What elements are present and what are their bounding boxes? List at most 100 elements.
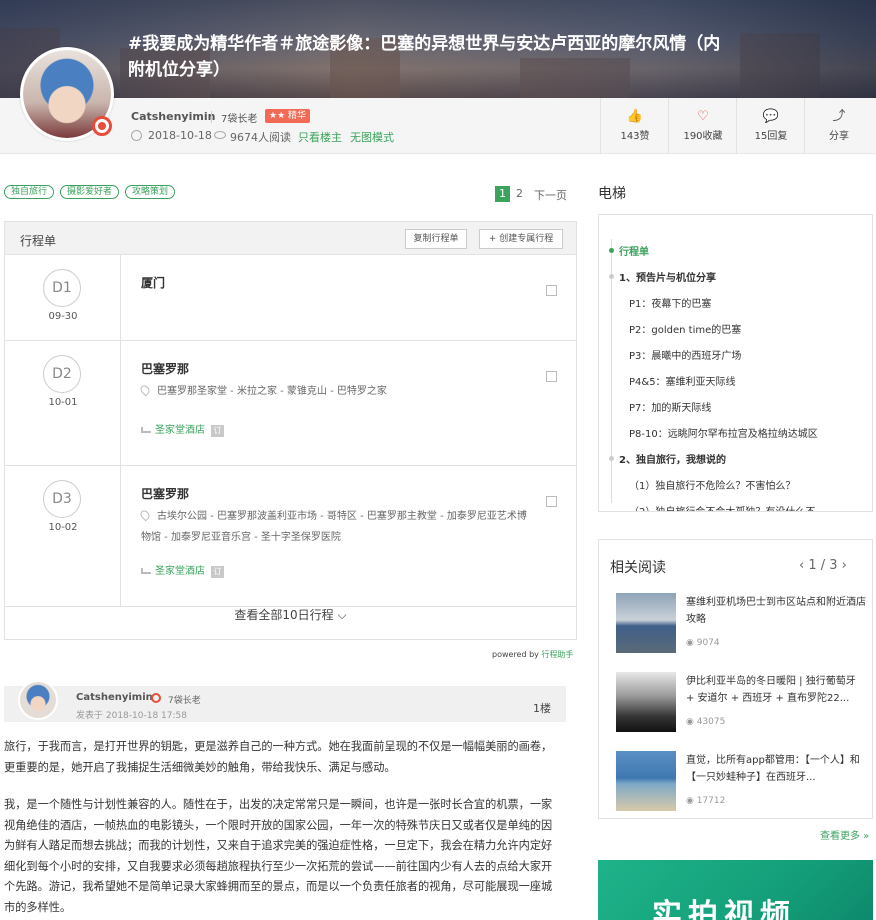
itinerary-day[interactable]: D1 09-30 厦门 [5, 255, 576, 341]
next-page-link[interactable]: 下一页 [534, 187, 567, 203]
itinerary-day[interactable]: D3 10-02 巴塞罗那 古埃尔公园 - 巴塞罗那波盖利亚市场 - 哥特区 - … [5, 466, 576, 607]
page-1[interactable]: 1 [495, 186, 510, 202]
divider [211, 111, 212, 123]
toc-item[interactable]: P1：夜幕下的巴塞 [629, 295, 711, 310]
related-thumbnail[interactable] [616, 672, 676, 732]
floor-author-avatar[interactable] [18, 680, 58, 720]
favorite-count: 190收藏 [683, 131, 723, 142]
share-button[interactable]: ⤴ 分享 [804, 98, 872, 154]
author-name[interactable]: Catshenyimin [131, 110, 215, 123]
toc-item[interactable]: （2）独自旅行会不会太孤独？有没什么不... [629, 503, 825, 511]
view-all-days-link[interactable]: 查看全部10日行程 ⌵ [5, 606, 576, 623]
toc-item[interactable]: P4&5：塞维利亚天际线 [629, 373, 736, 388]
itinerary-header: 行程单 复制行程单 + 创建专属行程 [5, 222, 576, 255]
toc-item[interactable]: （1）独自旅行不危险么？不害怕么？ [629, 477, 795, 492]
favorite-button[interactable]: ♡ 190收藏 [668, 98, 736, 154]
author-rank: 7袋长老 [221, 114, 258, 125]
bed-icon [141, 427, 151, 433]
related-item[interactable]: 塞维利亚机场巴士到市区站点和附近酒店攻略 ◉ 9074 [616, 593, 866, 655]
post-tags: 独自旅行 摄影爱好者 攻略策划 [4, 183, 181, 199]
tag-planning[interactable]: 攻略策划 [125, 185, 176, 199]
toc-panel: 行程单 1、预告片与机位分享 P1：夜幕下的巴塞 P2：golden time的巴塞 P… [598, 214, 873, 512]
view-count: 9674人阅读 [230, 131, 291, 144]
toc-item[interactable]: P7：加的斯天际线 [629, 399, 711, 414]
hotel-name[interactable]: 圣家堂酒店 [155, 566, 205, 577]
related-reading-panel: 相关阅读 ‹ 1 / 3 › 塞维利亚机场巴士到市区站点和附近酒店攻略 ◉ 90… [598, 539, 873, 819]
essence-badge: ★★ 精华 [265, 109, 310, 123]
page-title: #我要成为精华作者＃旅途影像：巴塞的异想世界与安达卢西亚的摩尔风情（内附机位分享… [128, 34, 721, 80]
toc-title: 电梯 [598, 186, 626, 202]
related-thumbnail[interactable] [616, 751, 676, 811]
related-thumbnail[interactable] [616, 593, 676, 653]
heart-icon: ♡ [697, 109, 709, 124]
related-title: 相关阅读 [610, 560, 666, 576]
toc-item[interactable]: 行程单 [619, 243, 649, 258]
map-icon[interactable] [546, 371, 557, 382]
view-count: 9074 [696, 638, 720, 648]
location-pin-icon [138, 508, 152, 522]
tag-solo-travel[interactable]: 独自旅行 [4, 185, 55, 199]
day-number: D2 [43, 355, 81, 393]
floor-post-date: 发表于 2018-10-18 17:58 [76, 711, 187, 721]
view-more-link[interactable]: 查看更多 » [820, 827, 869, 842]
create-itinerary-button[interactable]: + 创建专属行程 [479, 229, 563, 249]
day-date: 10-02 [48, 522, 78, 533]
related-item[interactable]: 直觉，比所有app都管用：【一个人】和【一只妙蛙种子】在西班牙... ◉ 177… [616, 751, 866, 813]
day-date: 09-30 [48, 311, 78, 322]
hotel-link[interactable]: 圣家堂酒店订 [141, 421, 224, 437]
floor-number: 1楼 [533, 702, 551, 715]
copy-itinerary-button[interactable]: 复制行程单 [405, 229, 467, 249]
toc-item[interactable]: P3：晨曦中的西班牙广场 [629, 347, 741, 362]
toc-bullet-icon [609, 248, 614, 253]
map-icon[interactable] [546, 496, 557, 507]
related-item-title[interactable]: 塞维利亚机场巴士到市区站点和附近酒店攻略 [686, 594, 866, 628]
itinerary-title: 行程单 [20, 234, 57, 248]
hotel-link[interactable]: 圣家堂酒店订 [141, 562, 224, 578]
toc-bullet-icon [609, 456, 614, 461]
author-badge-icon [92, 116, 112, 136]
floor-author-rank: 7袋长老 [168, 696, 201, 706]
day-city: 巴塞罗那 [141, 362, 190, 376]
no-image-link[interactable]: 无图模式 [350, 129, 394, 145]
floor-author-name[interactable]: Catshenyimin [76, 692, 153, 703]
related-item-title[interactable]: 伊比利亚半岛的冬日暖阳 | 独行葡萄牙 + 安道尔 + 西班牙 + 直布罗陀22… [686, 673, 866, 707]
tag-photography[interactable]: 摄影爱好者 [60, 185, 120, 199]
toc-bullet-icon [609, 274, 614, 279]
related-item[interactable]: 伊比利亚半岛的冬日暖阳 | 独行葡萄牙 + 安道尔 + 西班牙 + 直布罗陀22… [616, 672, 866, 734]
itinerary-helper-link[interactable]: 行程助手 [541, 650, 573, 659]
author-badge-icon [151, 693, 161, 703]
like-count: 143赞 [620, 131, 650, 142]
share-label: 分享 [829, 131, 849, 142]
article-paragraph: 我，是一个随性与计划性兼容的人。随性在于，出发的决定常常只是一瞬间，也许是一张时… [4, 798, 553, 914]
ad-banner[interactable]: 实拍视频 [598, 860, 873, 920]
map-icon[interactable] [546, 285, 557, 296]
ad-text: 实拍视频 [652, 898, 796, 920]
related-views: ◉ 9074 [686, 638, 720, 648]
day-city: 巴塞罗那 [141, 487, 190, 501]
powered-prefix: powered by [492, 650, 542, 659]
related-item-title[interactable]: 直觉，比所有app都管用：【一个人】和【一只妙蛙种子】在西班牙... [686, 752, 866, 786]
page-2[interactable]: 2 [516, 187, 523, 200]
reply-button[interactable]: 💬 15回复 [736, 98, 804, 154]
day-number: D3 [43, 480, 81, 518]
day-city: 厦门 [141, 276, 166, 290]
book-tag[interactable]: 订 [211, 425, 224, 437]
comment-icon: 💬 [762, 109, 780, 124]
toc-item[interactable]: 2、独自旅行，我想说的 [619, 451, 726, 466]
toc-item[interactable]: P2：golden time的巴塞 [629, 321, 741, 336]
like-button[interactable]: 👍 143赞 [600, 98, 668, 154]
hotel-name[interactable]: 圣家堂酒店 [155, 425, 205, 436]
bed-icon [141, 568, 151, 574]
related-pager[interactable]: ‹ 1 / 3 › [799, 558, 847, 573]
view-count: 43075 [696, 717, 726, 727]
book-tag[interactable]: 订 [211, 566, 224, 578]
places-list: 古埃尔公园 - 巴塞罗那波盖利亚市场 - 哥特区 - 巴塞罗那主教堂 - 加泰罗… [141, 511, 527, 543]
itinerary-day[interactable]: D2 10-01 巴塞罗那 巴塞罗那圣家堂 - 米拉之家 - 蒙锥克山 - 巴特罗… [5, 341, 576, 466]
toc-item[interactable]: 1、预告片与机位分享 [619, 269, 716, 284]
clock-icon [131, 130, 142, 141]
share-icon: ⤴ [832, 109, 846, 124]
only-author-link[interactable]: 只看楼主 [298, 129, 342, 145]
itinerary-panel: 行程单 复制行程单 + 创建专属行程 D1 09-30 厦门 D2 10-01 巴塞… [4, 221, 577, 640]
toc-item[interactable]: P8-10：远眺阿尔罕布拉宫及格拉纳达城区 [629, 425, 818, 440]
article-paragraph: 旅行，于我而言，是打开世界的钥匙，更是滋养自己的一种方式。她在我面前呈现的不仅是… [4, 740, 553, 774]
